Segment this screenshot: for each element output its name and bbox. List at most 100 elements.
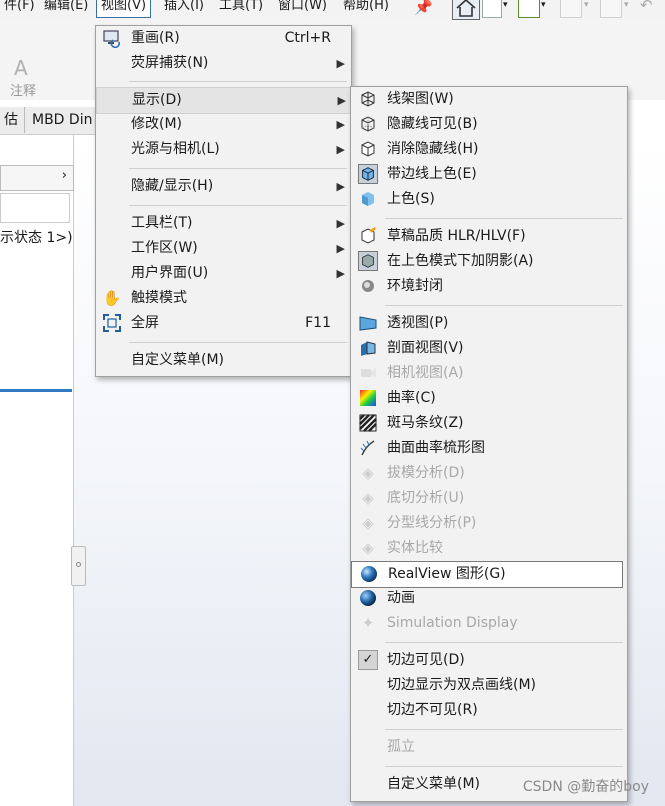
curvature-icon — [358, 388, 378, 408]
view-menu-item-customize-menu[interactable]: 自定义菜单(M) — [96, 348, 351, 373]
save-dropdown-icon[interactable]: ▾ — [584, 0, 589, 10]
home-icon[interactable] — [452, 0, 480, 20]
touch-hand-icon: ✋ — [102, 289, 122, 307]
animation-icon — [358, 588, 378, 608]
menu-view[interactable]: 视图(V) — [96, 0, 152, 18]
fullscreen-icon — [102, 313, 122, 333]
display-item-undercut-analysis[interactable]: ◈ 底切分析(U) — [351, 486, 627, 511]
redraw-icon — [102, 28, 122, 49]
display-item-tangent-edges-visible[interactable]: ✓ 切边可见(D) — [351, 648, 627, 673]
display-item-parting-line-analysis[interactable]: ◈ 分型线分析(P) — [351, 511, 627, 536]
display-item-shaded[interactable]: 上色(S) — [351, 187, 627, 212]
view-menu-item-workspace[interactable]: 工作区(W) ▶ — [96, 236, 351, 261]
annotation-label[interactable]: 注释 — [10, 80, 36, 99]
view-menu-item-lights-cameras[interactable]: 光源与相机(L) ▶ — [96, 137, 351, 162]
display-item-hidden-lines-visible[interactable]: 隐藏线可见(B) — [351, 112, 627, 137]
display-item-hidden-lines-removed[interactable]: 消除隐藏线(H) — [351, 137, 627, 162]
panel-tab-strip[interactable]: › — [0, 165, 74, 191]
display-item-tangent-edges-phantom[interactable]: 切边显示为双点画线(M) — [351, 673, 627, 698]
print-dropdown-icon[interactable]: ▾ — [624, 0, 629, 10]
menu-edit[interactable]: 编辑(E) — [40, 0, 92, 17]
menu-insert[interactable]: 插入(I) — [160, 0, 208, 17]
watermark: CSDN @勤奋的boy — [522, 779, 649, 795]
display-item-curvature[interactable]: 曲率(C) — [351, 386, 627, 411]
submenu-arrow-icon: ▶ — [336, 57, 345, 70]
display-item-zebra-stripes[interactable]: 斑马条纹(Z) — [351, 411, 627, 436]
parting-line-analysis-icon: ◈ — [362, 514, 374, 532]
view-menu-item-fullscreen[interactable]: 全屏 F11 — [96, 311, 351, 336]
display-item-wireframe[interactable]: 线架图(W) — [351, 87, 627, 112]
submenu-arrow-icon: ▶ — [336, 118, 345, 131]
view-menu-item-modify[interactable]: 修改(M) ▶ — [96, 112, 351, 137]
open-dropdown-icon[interactable]: ▾ — [541, 0, 546, 10]
chevron-right-icon[interactable]: › — [62, 168, 67, 183]
display-item-ambient-occlusion[interactable]: 环境封闭 — [351, 274, 627, 299]
view-menu-item-hide-show[interactable]: 隐藏/显示(H) ▶ — [96, 174, 351, 199]
section-view-icon — [358, 338, 378, 358]
menu-help[interactable]: 帮助(H) — [339, 0, 393, 17]
display-item-simulation-display[interactable]: ✦ Simulation Display — [351, 611, 627, 636]
draft-quality-icon — [358, 226, 378, 246]
display-item-curvature-comb[interactable]: 曲面曲率梳形图 — [351, 436, 627, 461]
view-menu-item-toolbars[interactable]: 工具栏(T) ▶ — [96, 211, 351, 236]
view-menu-item-touch-mode[interactable]: ✋ 触摸模式 — [96, 286, 351, 311]
display-item-shaded-with-edges[interactable]: 带边线上色(E) — [351, 162, 627, 187]
menu-separator — [385, 642, 623, 643]
feature-manager-panel: › 示状态 1>) — [0, 135, 74, 806]
submenu-arrow-icon: ▶ — [336, 180, 345, 193]
view-menu-item-user-interface[interactable]: 用户界面(U) ▶ — [96, 261, 351, 286]
shadows-in-shaded-icon — [358, 251, 378, 271]
hidden-lines-removed-icon — [358, 139, 378, 159]
print-icon[interactable] — [600, 0, 622, 18]
view-menu-item-screen-capture[interactable]: 荧屏捕获(N) ▶ — [96, 51, 351, 76]
display-item-camera-view[interactable]: 相机视图(A) — [351, 361, 627, 386]
ambient-occlusion-icon — [358, 276, 378, 296]
perspective-icon — [358, 313, 378, 333]
display-item-draft-analysis[interactable]: ◈ 拔模分析(D) — [351, 461, 627, 486]
new-dropdown-icon[interactable]: ▾ — [503, 0, 508, 10]
menu-tools[interactable]: 工具(T) — [215, 0, 267, 17]
submenu-arrow-icon: ▶ — [336, 217, 345, 230]
view-menu-item-display[interactable]: 显示(D) ▶ — [96, 87, 353, 114]
save-icon[interactable] — [560, 0, 582, 18]
display-item-draft-quality[interactable]: 草稿品质 HLR/HLV(F) — [351, 224, 627, 249]
submenu-arrow-icon: ▶ — [336, 267, 345, 280]
tab-evaluate[interactable]: 估 — [0, 107, 25, 133]
undo-icon[interactable]: ↶ — [640, 0, 653, 14]
display-item-tangent-edges-removed[interactable]: 切边不可见(R) — [351, 698, 627, 723]
submenu-arrow-icon: ▶ — [336, 242, 345, 255]
menu-separator — [129, 168, 347, 169]
command-manager-tabs: 估 MBD Din — [0, 107, 101, 135]
panel-splitter-handle[interactable] — [71, 546, 86, 586]
display-item-shadows-in-shaded[interactable]: 在上色模式下加阴影(A) — [351, 249, 627, 274]
annotation-icon[interactable]: A — [14, 56, 28, 80]
view-menu: 重画(R) Ctrl+R 荧屏捕获(N) ▶ 显示(D) ▶ 修改(M) ▶ 光… — [95, 25, 353, 377]
view-menu-item-redraw[interactable]: 重画(R) Ctrl+R — [96, 26, 351, 51]
submenu-arrow-icon: ▶ — [337, 94, 346, 107]
tab-mbd-dimensions[interactable]: MBD Din — [26, 107, 101, 133]
camera-view-icon — [358, 363, 378, 383]
draft-analysis-icon: ◈ — [362, 464, 374, 482]
display-item-perspective[interactable]: 透视图(P) — [351, 311, 627, 336]
menu-separator — [385, 218, 623, 219]
shaded-with-edges-icon — [358, 164, 378, 184]
filter-input[interactable] — [0, 193, 70, 223]
menu-separator — [385, 305, 623, 306]
zebra-stripes-icon — [358, 413, 378, 433]
menu-separator — [129, 81, 347, 82]
display-item-body-compare[interactable]: ◈ 实体比较 — [351, 536, 627, 561]
menu-separator — [129, 205, 347, 206]
simulation-display-icon: ✦ — [361, 614, 375, 632]
display-item-animation[interactable]: 动画 — [351, 586, 627, 611]
display-item-realview[interactable]: RealView 图形(G) — [351, 561, 623, 588]
display-state-label: 示状态 1>) — [0, 230, 73, 246]
display-item-isolate[interactable]: 孤立 — [351, 735, 627, 760]
open-icon[interactable] — [518, 0, 540, 18]
menu-window[interactable]: 窗口(W) — [274, 0, 331, 17]
display-submenu: 线架图(W) 隐藏线可见(B) 消除隐藏线(H) 带边线上色(E) 上色(S) … — [350, 86, 628, 802]
display-item-section-view[interactable]: 剖面视图(V) — [351, 336, 627, 361]
menu-file[interactable]: 件(F) — [0, 0, 39, 17]
new-document-icon[interactable] — [482, 0, 502, 18]
pin-icon[interactable]: 📌 — [414, 0, 433, 16]
menu-separator — [385, 729, 623, 730]
